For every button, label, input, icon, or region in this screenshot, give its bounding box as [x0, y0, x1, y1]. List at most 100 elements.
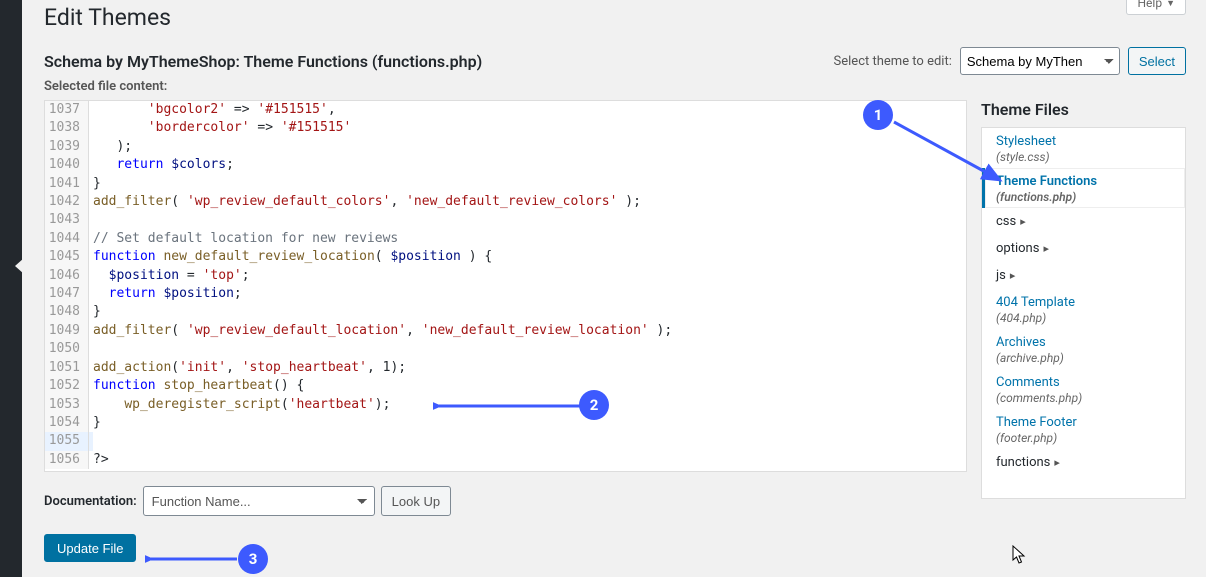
line-number: 1049 [45, 322, 89, 340]
line-number: 1045 [45, 248, 89, 266]
code-line[interactable]: 1048} [45, 303, 966, 321]
tree-file-item[interactable]: Comments(comments.php) [982, 369, 1185, 409]
code-content[interactable]: // Set default location for new reviews [89, 230, 398, 248]
code-content[interactable]: 'bgcolor2' => '#151515', [89, 101, 336, 119]
code-content[interactable]: } [89, 414, 101, 432]
line-number: 1048 [45, 303, 89, 321]
code-line[interactable]: 1051add_action('init', 'stop_heartbeat',… [45, 359, 966, 377]
code-content[interactable]: return $colors; [89, 156, 234, 174]
documentation-select[interactable]: Function Name... [143, 486, 375, 516]
tree-folder[interactable]: js [982, 262, 1185, 289]
code-content[interactable]: add_filter( 'wp_review_default_location'… [89, 322, 672, 340]
line-number: 1040 [45, 156, 89, 174]
code-content[interactable]: 'bordercolor' => '#151515' [89, 119, 351, 137]
tree-file-name: (archive.php) [996, 351, 1175, 365]
code-content[interactable] [89, 211, 93, 229]
code-line[interactable]: 1042add_filter( 'wp_review_default_color… [45, 193, 966, 211]
code-content[interactable]: ?> [89, 451, 109, 469]
code-line[interactable]: 1040 return $colors; [45, 156, 966, 174]
line-number: 1052 [45, 377, 89, 395]
tree-file-item[interactable]: Stylesheet(style.css) [982, 128, 1185, 168]
tree-file-item[interactable]: Theme Footer(footer.php) [982, 409, 1185, 449]
documentation-label: Documentation: [44, 494, 137, 509]
update-file-button[interactable]: Update File [44, 534, 136, 562]
theme-files-title: Theme Files [981, 100, 1186, 121]
line-number: 1047 [45, 285, 89, 303]
line-number: 1056 [45, 451, 89, 469]
code-line[interactable]: 1052function stop_heartbeat() { [45, 377, 966, 395]
tree-file-link[interactable]: Comments [996, 375, 1060, 390]
code-line[interactable]: 1054} [45, 414, 966, 432]
tree-file-name: (functions.php) [996, 190, 1175, 204]
line-number: 1055 [45, 432, 89, 450]
line-number: 1041 [45, 175, 89, 193]
code-content[interactable]: } [89, 175, 101, 193]
line-number: 1053 [45, 396, 89, 414]
code-content[interactable] [89, 432, 93, 450]
code-line[interactable]: 1047 return $position; [45, 285, 966, 303]
tree-file-item[interactable]: 404 Template(404.php) [982, 289, 1185, 329]
code-content[interactable]: function stop_heartbeat() { [89, 377, 304, 395]
code-line[interactable]: 1050 [45, 340, 966, 358]
select-button[interactable]: Select [1128, 47, 1186, 75]
code-line[interactable]: 1055 [45, 432, 966, 450]
code-line[interactable]: 1045function new_default_review_location… [45, 248, 966, 266]
line-number: 1038 [45, 119, 89, 137]
tree-file-link[interactable]: Theme Footer [996, 415, 1077, 430]
admin-menu-bar [0, 0, 22, 577]
tree-file-link[interactable]: 404 Template [996, 295, 1075, 310]
help-label: Help [1137, 0, 1162, 10]
theme-select[interactable]: Schema by MyThen [960, 47, 1120, 75]
page-title: Edit Themes [44, 0, 1186, 37]
lookup-button[interactable]: Look Up [381, 486, 451, 516]
code-line[interactable]: 1038 'bordercolor' => '#151515' [45, 119, 966, 137]
code-line[interactable]: 1056?> [45, 451, 966, 469]
code-line[interactable]: 1041} [45, 175, 966, 193]
tree-folder[interactable]: options [982, 235, 1185, 262]
code-content[interactable]: wp_deregister_script('heartbeat'); [89, 396, 390, 414]
code-content[interactable]: $position = 'top'; [89, 267, 250, 285]
select-theme-label: Select theme to edit: [834, 54, 952, 69]
selected-file-label: Selected file content: [44, 79, 1186, 94]
code-content[interactable]: function new_default_review_location( $p… [89, 248, 492, 266]
code-line[interactable]: 1053 wp_deregister_script('heartbeat'); [45, 396, 966, 414]
code-content[interactable] [89, 340, 93, 358]
mouse-cursor-icon [1012, 545, 1028, 565]
code-content[interactable]: ); [89, 138, 132, 156]
line-number: 1043 [45, 211, 89, 229]
code-content[interactable]: } [89, 303, 101, 321]
tree-file-link[interactable]: Theme Functions [996, 174, 1097, 189]
tree-file-link[interactable]: Archives [996, 335, 1046, 350]
tree-folder[interactable]: functions [982, 449, 1185, 476]
code-line[interactable]: 1037 'bgcolor2' => '#151515', [45, 101, 966, 119]
line-number: 1046 [45, 267, 89, 285]
code-line[interactable]: 1049add_filter( 'wp_review_default_locat… [45, 322, 966, 340]
tree-file-name: (footer.php) [996, 431, 1175, 445]
line-number: 1044 [45, 230, 89, 248]
tree-file-name: (comments.php) [996, 391, 1175, 405]
tree-file-link[interactable]: Stylesheet [996, 134, 1056, 149]
tree-folder[interactable]: css [982, 208, 1185, 235]
code-content[interactable]: return $position; [89, 285, 242, 303]
line-number: 1042 [45, 193, 89, 211]
file-tree[interactable]: Stylesheet(style.css)Theme Functions(fun… [981, 127, 1186, 499]
help-tab-button[interactable]: Help ▼ [1126, 0, 1186, 15]
line-number: 1039 [45, 138, 89, 156]
tree-file-name: (404.php) [996, 311, 1175, 325]
code-line[interactable]: 1046 $position = 'top'; [45, 267, 966, 285]
tree-file-item[interactable]: Archives(archive.php) [982, 329, 1185, 369]
code-editor[interactable]: 1037 'bgcolor2' => '#151515',1038 'borde… [44, 100, 967, 472]
code-content[interactable]: add_action('init', 'stop_heartbeat', 1); [89, 359, 406, 377]
code-line[interactable]: 1043 [45, 211, 966, 229]
line-number: 1037 [45, 101, 89, 119]
tree-file-name: (style.css) [996, 150, 1175, 164]
code-line[interactable]: 1039 ); [45, 138, 966, 156]
line-number: 1051 [45, 359, 89, 377]
code-content[interactable]: add_filter( 'wp_review_default_colors', … [89, 193, 641, 211]
line-number: 1054 [45, 414, 89, 432]
tree-file-item[interactable]: Theme Functions(functions.php) [981, 168, 1185, 208]
file-title: Schema by MyThemeShop: Theme Functions (… [44, 52, 482, 71]
line-number: 1050 [45, 340, 89, 358]
chevron-down-icon: ▼ [1166, 0, 1175, 9]
code-line[interactable]: 1044// Set default location for new revi… [45, 230, 966, 248]
